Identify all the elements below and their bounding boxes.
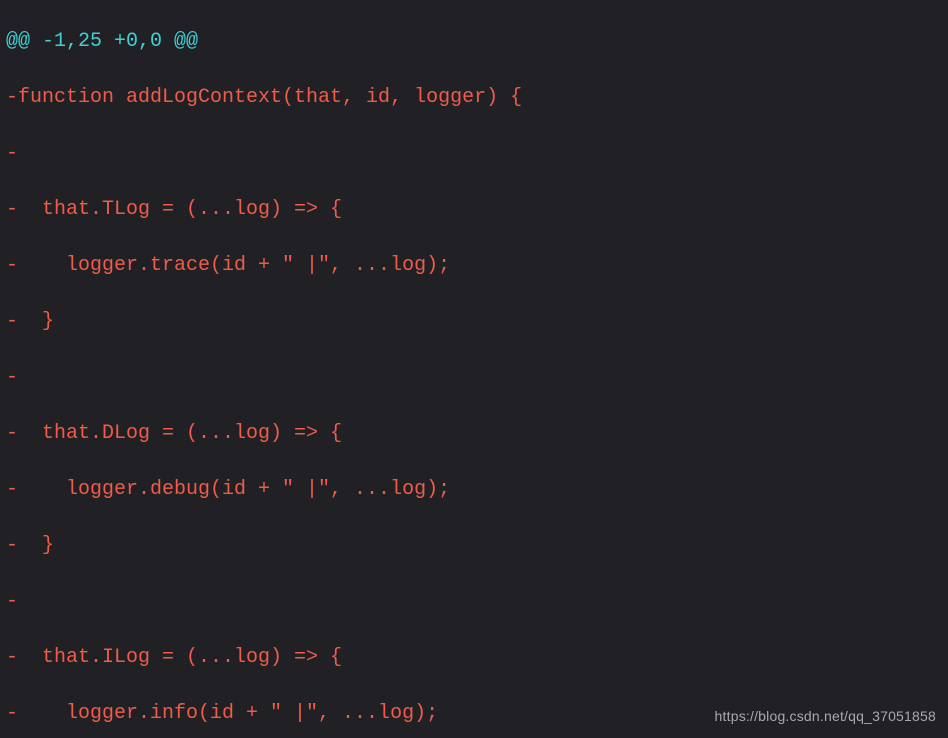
watermark-text: https://blog.csdn.net/qq_37051858 bbox=[715, 702, 936, 730]
diff-line: - } bbox=[6, 532, 942, 560]
diff-line: - bbox=[6, 364, 942, 392]
diff-line: - bbox=[6, 140, 942, 168]
diff-line: - that.TLog = (...log) => { bbox=[6, 196, 942, 224]
diff-line: - } bbox=[6, 308, 942, 336]
diff-line: - bbox=[6, 588, 942, 616]
diff-line: -function addLogContext(that, id, logger… bbox=[6, 84, 942, 112]
diff-line: - that.DLog = (...log) => { bbox=[6, 420, 942, 448]
diff-hunk-header: @@ -1,25 +0,0 @@ bbox=[6, 28, 942, 56]
diff-line: - that.ILog = (...log) => { bbox=[6, 644, 942, 672]
diff-view: @@ -1,25 +0,0 @@ -function addLogContext… bbox=[0, 0, 948, 738]
diff-line: - logger.trace(id + " |", ...log); bbox=[6, 252, 942, 280]
diff-line: - logger.debug(id + " |", ...log); bbox=[6, 476, 942, 504]
